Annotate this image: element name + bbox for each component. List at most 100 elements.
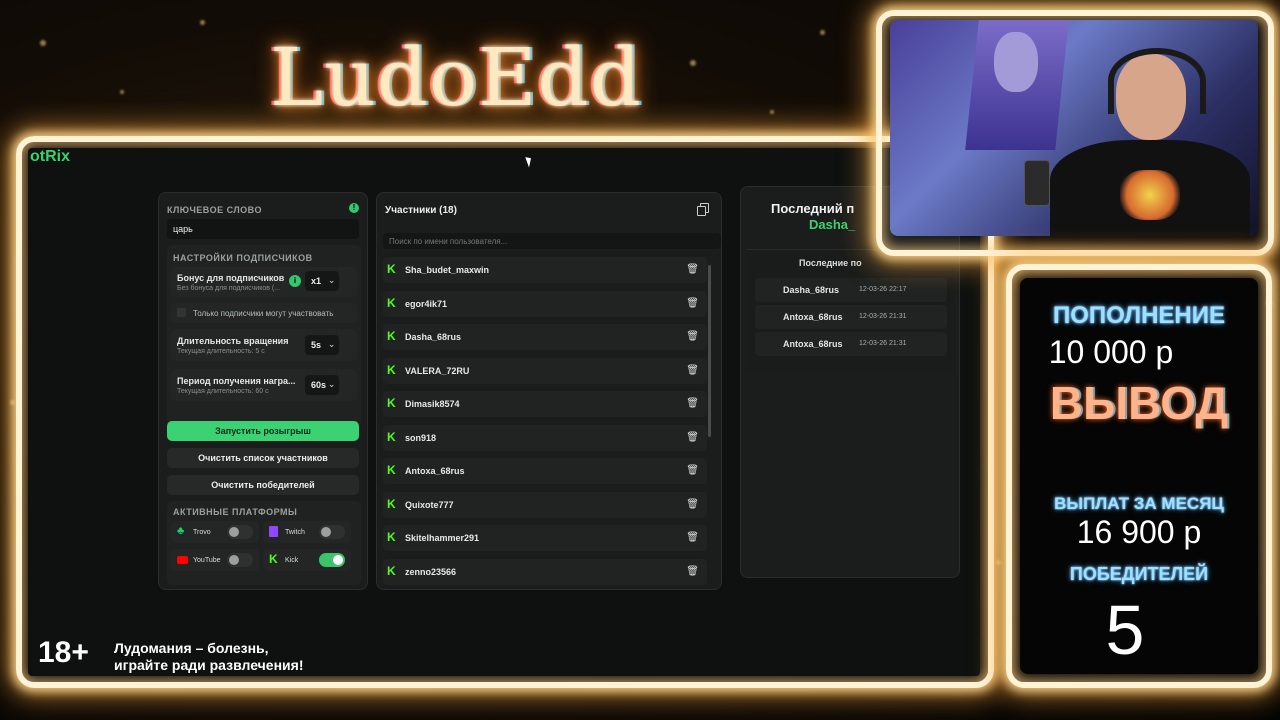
disclaimer-line-2: играйте ради развлечения! bbox=[114, 657, 304, 673]
participant-name: Antoxa_68rus bbox=[405, 466, 465, 476]
trash-icon[interactable]: 🗑 bbox=[686, 398, 699, 409]
bonus-select[interactable]: x1 ⌄ bbox=[305, 271, 339, 291]
platform-twitch: Twitch bbox=[263, 521, 351, 543]
bonus-subtitle: Без бонуса для подписчиков (... bbox=[177, 285, 281, 292]
trovo-toggle[interactable] bbox=[227, 525, 253, 539]
chevron-down-icon: ⌄ bbox=[328, 380, 335, 389]
participant-search-input[interactable] bbox=[383, 233, 721, 249]
kick-icon: K bbox=[387, 463, 396, 477]
trash-icon[interactable]: 🗑 bbox=[686, 264, 699, 275]
bonus-info-icon[interactable]: i bbox=[289, 275, 301, 287]
kick-icon: K bbox=[269, 552, 278, 566]
participant-name: zenno23566 bbox=[405, 566, 457, 577]
participants-panel: Участники (18) KSha_budet_maxwin🗑Kegor4i… bbox=[376, 192, 722, 590]
reward-period-select[interactable]: 60s ⌄ bbox=[305, 375, 339, 395]
kick-icon: K bbox=[387, 362, 396, 377]
clear-participants-button[interactable]: Очистить список участников bbox=[167, 448, 359, 468]
mouse-cursor-icon bbox=[525, 155, 534, 168]
bonus-row: Бонус для подписчиков Без бонуса для под… bbox=[171, 267, 357, 297]
participant-row: Kegor4ik71 🗑 bbox=[383, 290, 707, 317]
platforms-box: АКТИВНЫЕ ПЛАТФОРМЫ ♣ Trovo Twitch YouTub… bbox=[167, 501, 361, 585]
trash-icon[interactable]: 🗑 bbox=[686, 465, 699, 476]
clear-winners-button[interactable]: Очистить победителей bbox=[167, 475, 359, 495]
kick-icon: K bbox=[387, 262, 396, 276]
participant-name: VALERA_72RU bbox=[405, 365, 470, 376]
platform-name: Twitch bbox=[285, 529, 305, 536]
trash-icon[interactable]: 🗑 bbox=[686, 432, 699, 443]
list-scrollbar[interactable] bbox=[708, 265, 711, 437]
participant-row: K Dasha_68rus 🗑 bbox=[383, 324, 707, 350]
chevron-down-icon: ⌄ bbox=[328, 340, 335, 349]
recent-winners-box: Последние по Dasha_68rus 12-03-26 22:17 An… bbox=[747, 249, 955, 370]
participant-row: K Quixote777 🗑 bbox=[383, 491, 707, 518]
deposit-value: 10 000 р bbox=[1048, 334, 1174, 370]
deposit-label: ПОПОЛНЕНИЕ bbox=[1052, 302, 1225, 329]
streamer-webcam bbox=[890, 20, 1258, 236]
trash-icon[interactable]: 🗑 bbox=[686, 566, 699, 577]
recent-winners-label: Последние по bbox=[799, 258, 862, 268]
youtube-toggle[interactable] bbox=[227, 553, 253, 567]
microphone bbox=[1024, 160, 1050, 206]
kick-toggle[interactable] bbox=[319, 553, 345, 567]
keyword-input[interactable]: царь bbox=[167, 219, 359, 239]
winner-name: Antoxa_68rus bbox=[783, 339, 843, 349]
participant-row: Kson918 🗑 bbox=[383, 424, 707, 451]
trovo-icon: ♣ bbox=[177, 525, 185, 537]
participant-name: Dimasik8574 bbox=[405, 399, 460, 409]
participant-name: son918 bbox=[405, 432, 437, 443]
winner-date: 12-03-26 22:17 bbox=[859, 286, 907, 293]
subscriber-settings-label: НАСТРОЙКИ ПОДПИСЧИКОВ bbox=[173, 253, 313, 263]
trash-icon[interactable]: 🗑 bbox=[686, 298, 699, 309]
twitch-toggle[interactable] bbox=[319, 525, 345, 539]
monthly-payouts-label: ВЫПЛАТ ЗА МЕСЯЦ bbox=[1054, 494, 1224, 513]
participant-row: K Dimasik8574 🗑 bbox=[383, 391, 707, 417]
participant-name: egor4ik71 bbox=[405, 298, 448, 309]
only-subscribers-row[interactable]: Только подписчики могут участвовать bbox=[171, 303, 357, 323]
keyword-label: КЛЮЧЕВОЕ СЛОВО bbox=[167, 205, 262, 215]
kick-icon: K bbox=[387, 329, 396, 343]
trash-icon[interactable]: 🗑 bbox=[686, 331, 699, 342]
participant-name: Quixote777 bbox=[405, 499, 454, 510]
only-subscribers-label: Только подписчики могут участвовать bbox=[193, 309, 334, 318]
spin-duration-select[interactable]: 5s ⌄ bbox=[305, 335, 339, 355]
participant-row: K VALERA_72RU 🗑 bbox=[383, 357, 707, 384]
participant-row: K Skitelhammer291 🗑 bbox=[383, 525, 707, 551]
trash-icon[interactable]: 🗑 bbox=[686, 365, 699, 376]
participant-name: Dasha_68rus bbox=[405, 332, 462, 342]
poster-face bbox=[994, 32, 1038, 92]
winner-row: Dasha_68rus 12-03-26 22:17 bbox=[755, 278, 947, 302]
keyword-value: царь bbox=[173, 224, 193, 234]
monthly-payouts-value: 16 900 р bbox=[1076, 514, 1202, 550]
withdraw-label: ВЫВОД bbox=[1049, 377, 1229, 429]
winner-row: Antoxa_68rus 12-03-26 21:31 bbox=[755, 305, 947, 329]
participant-row: K Sha_budet_maxwin 🗑 bbox=[383, 257, 707, 283]
copy-icon[interactable] bbox=[697, 203, 709, 216]
headphones bbox=[1108, 48, 1206, 114]
app-brand: otRix bbox=[30, 148, 70, 165]
start-giveaway-button[interactable]: Запустить розыгрыш bbox=[167, 421, 359, 441]
winner-row: Antoxa_68rus 12-03-26 21:31 bbox=[755, 332, 947, 356]
giveaway-app-screen: otRix КЛЮЧЕВОЕ СЛОВО ! царь НАСТРОЙКИ ПО… bbox=[28, 148, 980, 676]
spin-duration-subtitle: Текущая длительность: 5 с bbox=[177, 348, 265, 355]
spin-duration-row: Длительность вращения Текущая длительнос… bbox=[171, 329, 357, 361]
reward-period-subtitle: Текущая длительность: 60 с bbox=[177, 388, 269, 395]
winners-count-value: 5 bbox=[1105, 591, 1145, 669]
twitch-icon bbox=[269, 526, 278, 537]
gambling-disclaimer: Лудомания – болезнь, играйте ради развле… bbox=[114, 640, 303, 674]
kick-icon: K bbox=[387, 530, 396, 544]
only-subscribers-checkbox[interactable] bbox=[177, 308, 186, 317]
trash-icon[interactable]: 🗑 bbox=[686, 499, 699, 510]
platforms-label: АКТИВНЫЕ ПЛАТФОРМЫ bbox=[173, 507, 298, 517]
participant-name: Sha_budet_maxwin bbox=[405, 265, 490, 275]
platform-kick: K Kick bbox=[263, 549, 351, 571]
last-winner-name: Dasha_ bbox=[809, 217, 856, 232]
chevron-down-icon: ⌄ bbox=[328, 276, 335, 285]
participant-name: Skitelhammer291 bbox=[405, 533, 480, 543]
youtube-icon bbox=[177, 556, 188, 564]
platform-youtube: YouTube bbox=[171, 549, 259, 571]
participant-row: K Antoxa_68rus 🗑 bbox=[383, 458, 707, 484]
winner-date: 12-03-26 21:31 bbox=[859, 313, 907, 320]
winner-name: Dasha_68rus bbox=[783, 285, 840, 295]
trash-icon[interactable]: 🗑 bbox=[686, 532, 699, 543]
info-icon[interactable]: ! bbox=[349, 203, 359, 213]
